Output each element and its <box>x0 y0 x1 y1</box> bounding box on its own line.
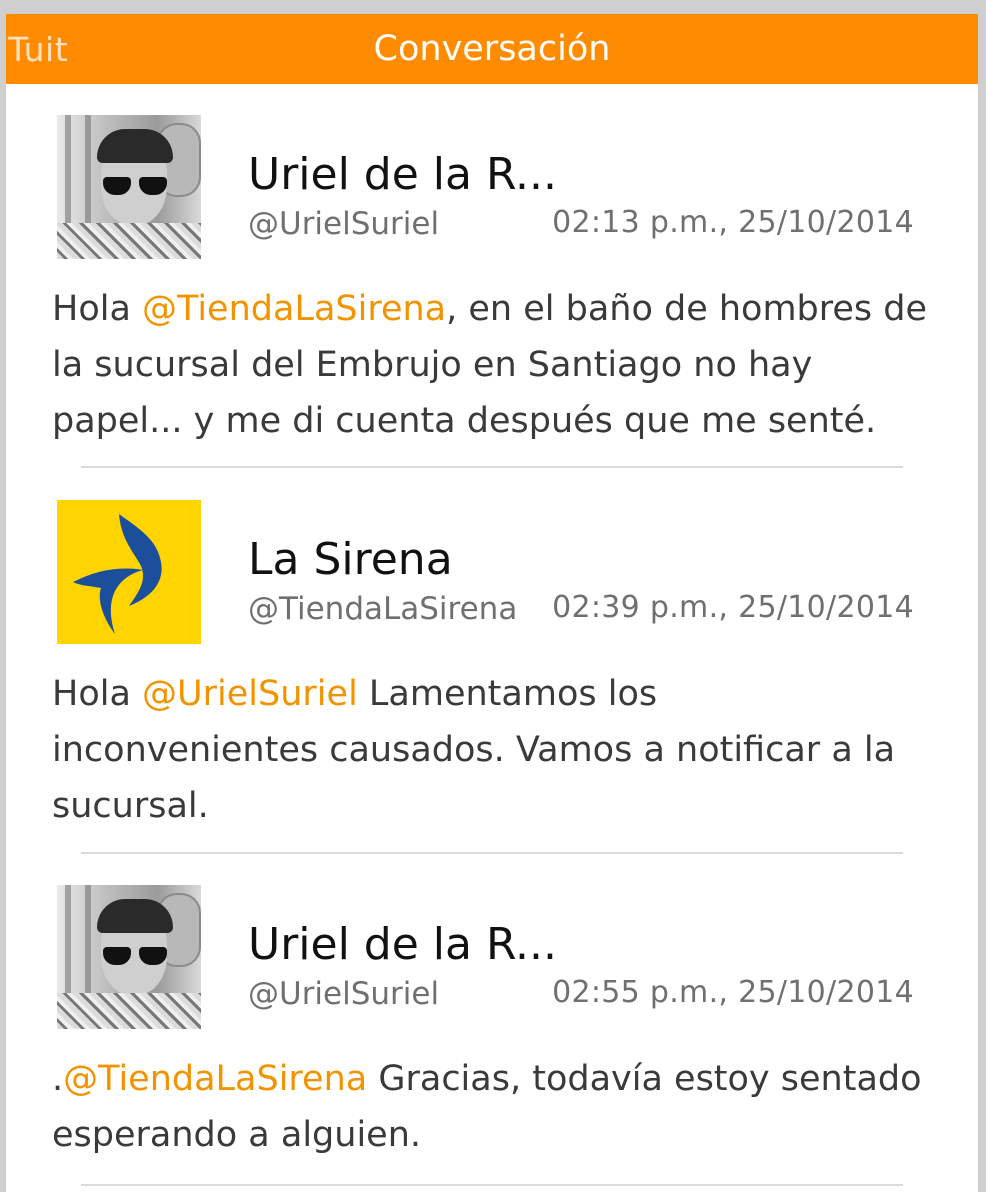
tweet-divider <box>81 466 903 468</box>
sunglasses-icon <box>103 947 167 965</box>
tweet-text-before: . <box>52 1059 64 1099</box>
mention-link[interactable]: @UrielSuriel <box>142 674 358 714</box>
la-sirena-logo-avatar[interactable] <box>57 500 201 644</box>
shirt-shape <box>57 993 201 1029</box>
user-photo-avatar[interactable] <box>57 115 201 259</box>
tweet-timestamp: 02:55 p.m., 25/10/2014 <box>552 975 914 1010</box>
hair-shape <box>97 899 173 933</box>
tweet-text: Hola @TiendaLaSirena, en el baño de homb… <box>52 281 932 449</box>
conversation-screen: Tuit Conversación Uriel de la R... @Urie… <box>6 14 978 1192</box>
tweet-text: Hola @UrielSuriel Lamentamos los inconve… <box>52 666 932 834</box>
sunglasses-icon <box>103 177 167 195</box>
hair-shape <box>97 129 173 163</box>
device-frame: Tuit Conversación Uriel de la R... @Urie… <box>0 0 986 1192</box>
author-name[interactable]: Uriel de la R... <box>248 919 557 970</box>
tweet-item[interactable]: Uriel de la R... @UrielSuriel 02:13 p.m.… <box>6 115 978 475</box>
tweet-item[interactable]: Uriel de la R... @UrielSuriel 02:55 p.m.… <box>6 885 978 1185</box>
tweet-text-before: Hola <box>52 289 143 329</box>
author-handle[interactable]: @UrielSuriel <box>248 976 439 1012</box>
tweet-timestamp: 02:39 p.m., 25/10/2014 <box>552 590 914 625</box>
tweet-divider <box>81 852 903 854</box>
author-name[interactable]: La Sirena <box>248 534 453 585</box>
tweet-text: .@TiendaLaSirena Gracias, todavía estoy … <box>52 1051 932 1163</box>
author-handle[interactable]: @TiendaLaSirena <box>248 591 517 627</box>
author-name[interactable]: Uriel de la R... <box>248 149 557 200</box>
tweet-timestamp: 02:13 p.m., 25/10/2014 <box>552 205 914 240</box>
app-header: Tuit Conversación <box>6 14 978 84</box>
mention-link[interactable]: @TiendaLaSirena <box>63 1059 367 1099</box>
tweet-divider <box>81 1184 903 1186</box>
shirt-shape <box>57 223 201 259</box>
la-sirena-logo-icon <box>73 514 162 634</box>
tweet-item[interactable]: La Sirena @TiendaLaSirena 02:39 p.m., 25… <box>6 500 978 860</box>
user-photo-avatar[interactable] <box>57 885 201 1029</box>
mention-link[interactable]: @TiendaLaSirena <box>142 289 446 329</box>
tweet-text-before: Hola <box>52 674 143 714</box>
author-handle[interactable]: @UrielSuriel <box>248 206 439 242</box>
page-title: Conversación <box>373 29 611 69</box>
